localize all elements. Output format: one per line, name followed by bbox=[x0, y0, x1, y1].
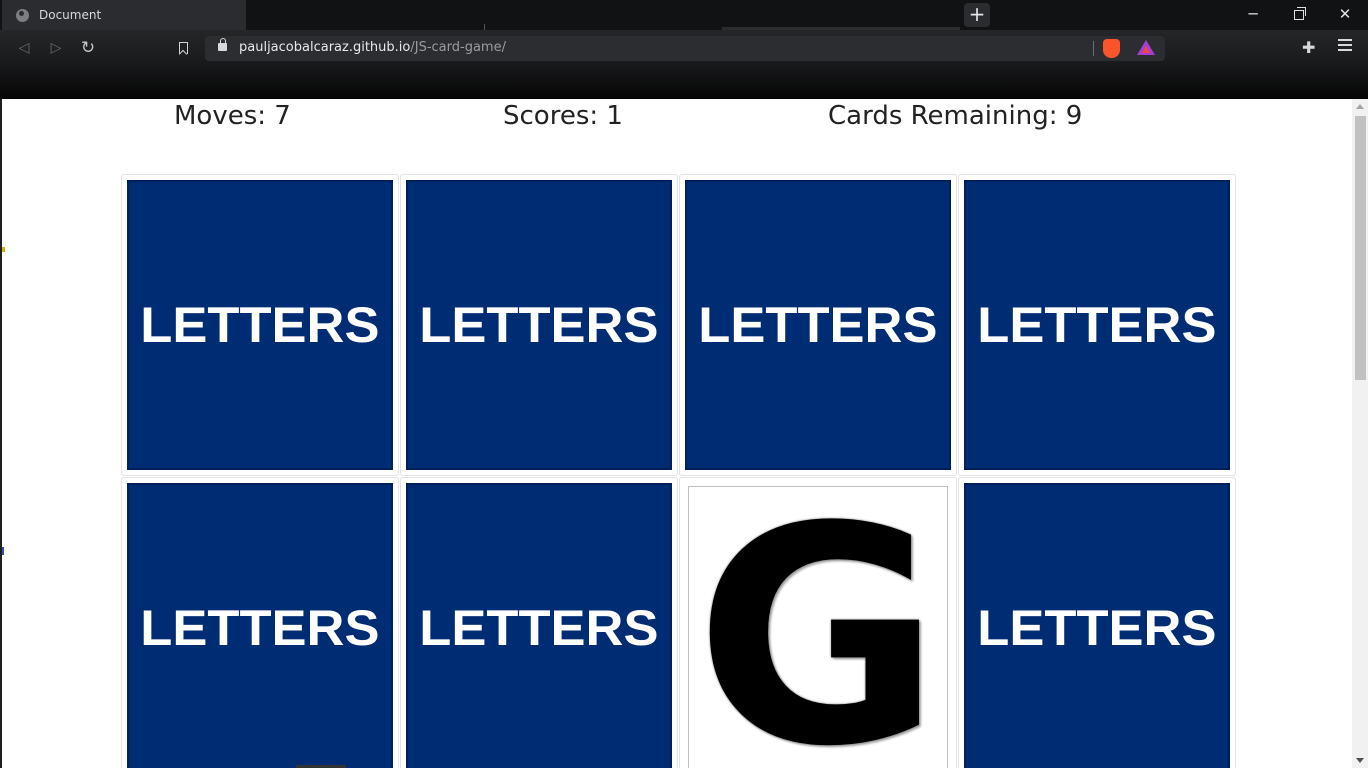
url-divider bbox=[1093, 41, 1094, 56]
tab-document[interactable]: Document bbox=[2, 0, 246, 30]
close-window-button[interactable]: ✕ bbox=[1322, 0, 1368, 30]
menu-icon[interactable] bbox=[1338, 39, 1352, 51]
cards-remaining-counter: Cards Remaining: 9 bbox=[828, 101, 1083, 131]
scroll-up-arrow-icon[interactable] bbox=[1356, 104, 1364, 109]
globe-icon bbox=[16, 8, 29, 22]
card-4[interactable]: LETTERS bbox=[958, 174, 1236, 476]
card-back-label: LETTERS bbox=[977, 297, 1217, 353]
card-back-label: LETTERS bbox=[698, 297, 938, 353]
minimize-button[interactable]: ─ bbox=[1230, 0, 1276, 30]
restore-icon bbox=[1294, 7, 1306, 20]
extensions-icon[interactable]: ✚ bbox=[1302, 38, 1315, 57]
url-text[interactable]: pauljacobalcaraz.github.io/JS-card-game/ bbox=[239, 40, 506, 55]
tab-bar: Document + ─ ✕ bbox=[0, 0, 1368, 30]
back-button[interactable]: ◁ bbox=[11, 37, 37, 59]
moves-counter: Moves: 7 bbox=[174, 101, 291, 131]
card-back-label: LETTERS bbox=[977, 600, 1217, 656]
new-tab-button[interactable]: + bbox=[964, 3, 990, 27]
edge-marker bbox=[2, 247, 5, 252]
game-stats: Moves: 7 Scores: 1 Cards Remaining: 9 bbox=[2, 101, 1352, 141]
brave-rewards-icon[interactable] bbox=[1137, 40, 1155, 55]
card-7[interactable]: G bbox=[679, 477, 957, 768]
card-back[interactable]: LETTERS bbox=[406, 483, 672, 768]
page-content: Moves: 7 Scores: 1 Cards Remaining: 9 LE… bbox=[0, 99, 1352, 768]
card-back[interactable]: LETTERS bbox=[127, 483, 393, 768]
card-8[interactable]: LETTERS bbox=[958, 477, 1236, 768]
card-back[interactable]: LETTERS bbox=[685, 180, 951, 470]
edge-marker bbox=[2, 547, 4, 555]
scroll-down-arrow-icon[interactable] bbox=[1356, 758, 1364, 763]
url-host: pauljacobalcaraz.github.io bbox=[239, 40, 411, 55]
url-path: /JS-card-game/ bbox=[410, 40, 506, 55]
browser-toolbar: ◁ ▷ ↻ pauljacobalcaraz.github.io/JS-card… bbox=[0, 30, 1368, 99]
card-back-label: LETTERS bbox=[140, 600, 380, 656]
vertical-scrollbar[interactable] bbox=[1352, 99, 1368, 768]
card-back[interactable]: LETTERS bbox=[406, 180, 672, 470]
scores-counter: Scores: 1 bbox=[503, 101, 623, 131]
forward-button[interactable]: ▷ bbox=[43, 37, 69, 59]
card-letter: G bbox=[694, 486, 942, 768]
card-6[interactable]: LETTERS bbox=[400, 477, 678, 768]
brave-shields-icon[interactable] bbox=[1103, 39, 1120, 58]
card-2[interactable]: LETTERS bbox=[400, 174, 678, 476]
scroll-thumb[interactable] bbox=[1355, 116, 1366, 380]
restore-button[interactable] bbox=[1276, 0, 1322, 30]
card-back-label: LETTERS bbox=[419, 600, 659, 656]
tab-title: Document bbox=[39, 8, 102, 22]
reload-button[interactable]: ↻ bbox=[75, 37, 101, 59]
card-1[interactable]: LETTERS bbox=[121, 174, 399, 476]
card-back-label: LETTERS bbox=[419, 297, 659, 353]
card-5[interactable]: LETTERS bbox=[121, 477, 399, 768]
reload-icon: ↻ bbox=[80, 38, 96, 58]
card-back[interactable]: LETTERS bbox=[964, 483, 1230, 768]
card-back[interactable]: LETTERS bbox=[964, 180, 1230, 470]
lock-icon[interactable] bbox=[218, 38, 227, 51]
forward-icon: ▷ bbox=[50, 40, 62, 56]
back-icon: ◁ bbox=[18, 40, 30, 56]
card-3[interactable]: LETTERS bbox=[679, 174, 957, 476]
card-back-label: LETTERS bbox=[140, 297, 380, 353]
card-back[interactable]: LETTERS bbox=[127, 180, 393, 470]
address-bar[interactable]: pauljacobalcaraz.github.io/JS-card-game/ bbox=[205, 36, 1165, 61]
bookmark-icon bbox=[178, 42, 188, 54]
bookmark-button[interactable] bbox=[170, 37, 196, 59]
card-front[interactable]: G bbox=[688, 486, 948, 768]
